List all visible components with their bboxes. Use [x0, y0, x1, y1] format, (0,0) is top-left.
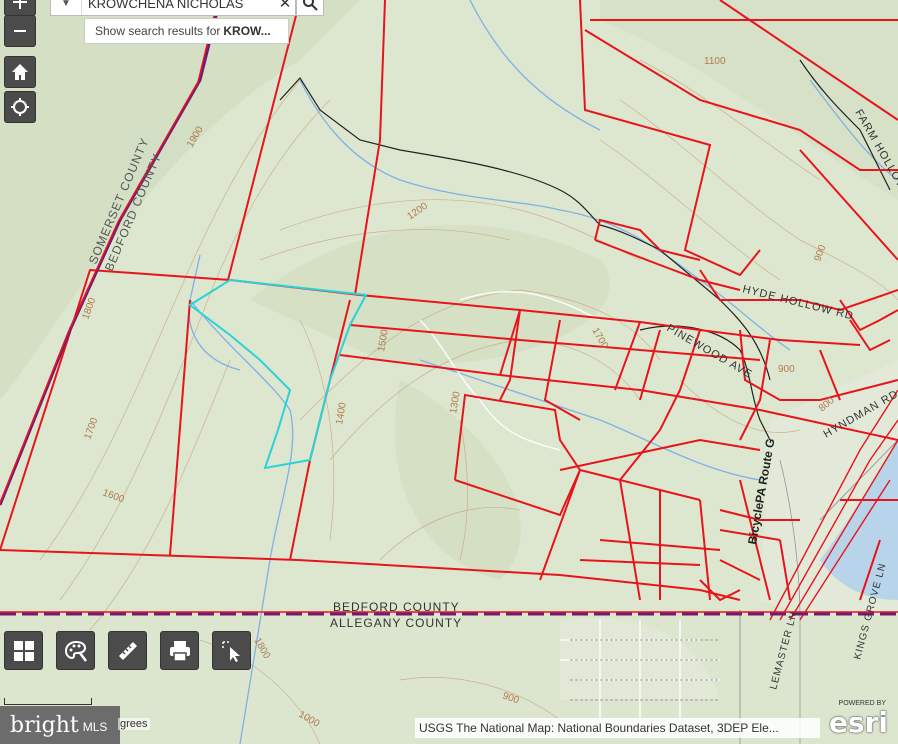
label-bedford-county: BEDFORD COUNTY [333, 600, 460, 614]
draw-button[interactable] [56, 631, 95, 670]
crosshair-icon [11, 98, 29, 116]
basemap-gallery-button[interactable] [4, 631, 43, 670]
locate-button[interactable] [4, 91, 36, 123]
measure-button[interactable] [108, 631, 147, 670]
select-button[interactable] [212, 631, 251, 670]
suggestion-term: KROW... [223, 24, 271, 38]
search-suggestion[interactable]: Show search results for KROW... [84, 18, 289, 44]
home-button[interactable] [4, 56, 36, 88]
search-source-dropdown[interactable]: ▼ [51, 0, 82, 15]
scale-bar [4, 698, 92, 705]
grid-icon [13, 640, 34, 661]
bright-mls-logo: bright MLS [0, 706, 120, 744]
search-box: ▼ ✕ [50, 0, 296, 16]
attribution[interactable]: USGS The National Map: National Boundari… [415, 718, 820, 738]
print-button[interactable] [160, 631, 199, 670]
select-cursor-icon [221, 640, 240, 662]
close-icon[interactable]: ✕ [275, 0, 295, 12]
esri-logo: POWERED BY esri [826, 700, 894, 740]
logo-suffix: MLS [82, 720, 108, 734]
contour-label-900b: 900 [778, 364, 795, 375]
zoom-out-button[interactable] [4, 15, 36, 47]
ruler-icon [118, 641, 137, 660]
contour-label-1100: 1100 [704, 56, 726, 67]
search-button[interactable] [296, 0, 324, 16]
scale-text: grees [118, 718, 150, 730]
bottom-toolbar [4, 631, 251, 670]
palette-icon [64, 640, 87, 662]
zoom-in-button[interactable] [4, 0, 36, 16]
minus-icon [14, 30, 26, 32]
plus-icon [13, 0, 27, 9]
logo-brand: bright [10, 712, 79, 738]
search-input[interactable] [82, 0, 275, 15]
home-icon [12, 64, 28, 80]
chevron-down-icon: ▼ [61, 0, 71, 9]
esri-name: esri [828, 706, 888, 739]
suggestion-prefix: Show search results for [95, 24, 221, 38]
printer-icon [169, 640, 190, 662]
label-allegany-county: ALLEGANY COUNTY [330, 616, 462, 630]
search-icon [303, 0, 318, 11]
